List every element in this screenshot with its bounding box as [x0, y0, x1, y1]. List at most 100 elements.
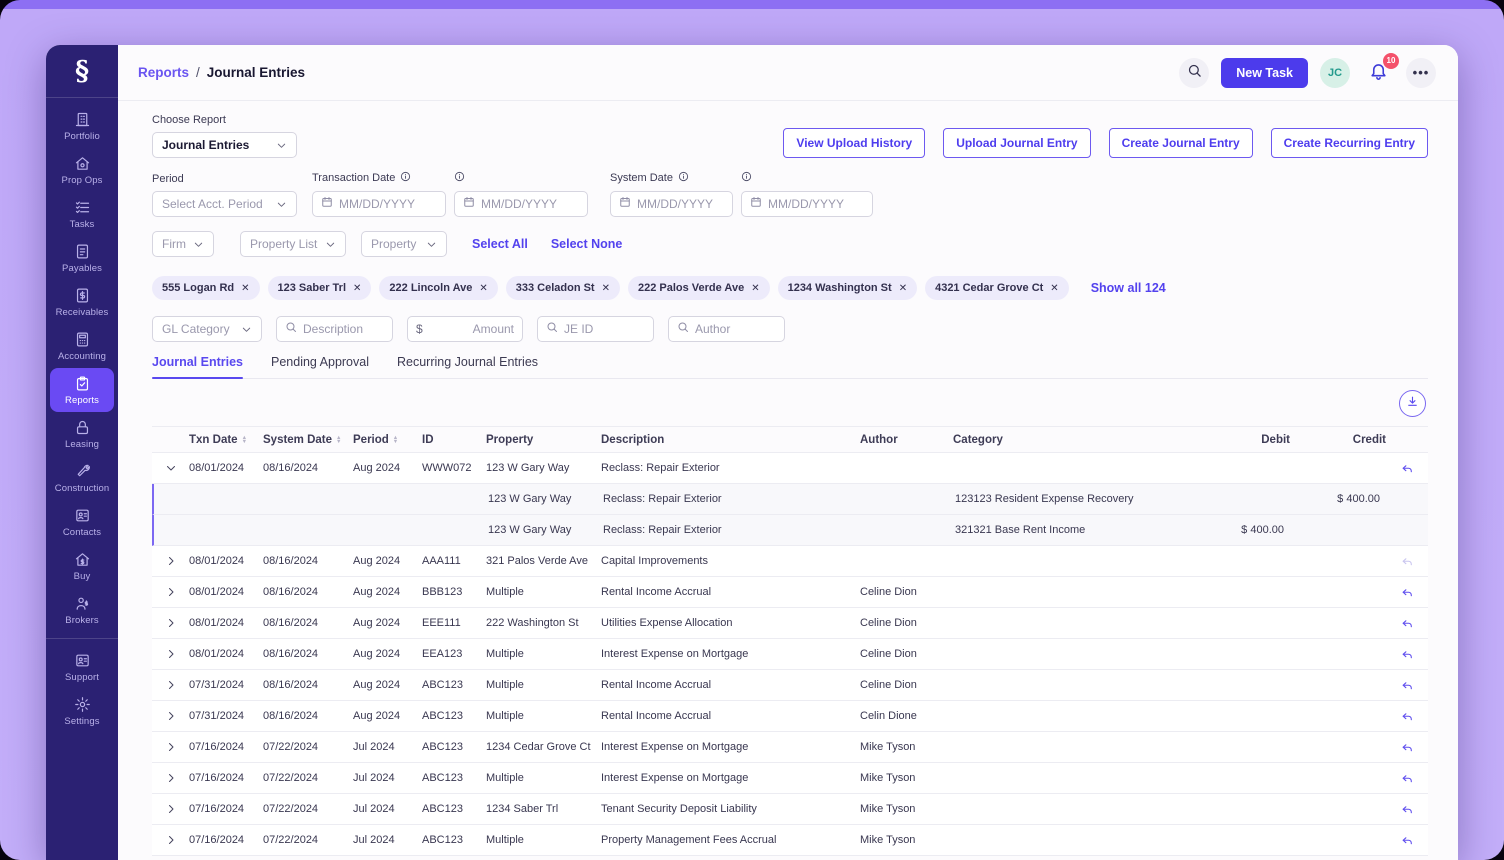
amount-filter-input[interactable]	[429, 322, 514, 336]
revert-icon[interactable]	[1386, 648, 1428, 661]
revert-icon[interactable]	[1386, 710, 1428, 723]
revert-icon[interactable]	[1386, 617, 1428, 630]
chevron-right-icon[interactable]	[152, 772, 189, 784]
cell-description: Rental Income Accrual	[601, 586, 860, 598]
tab-pending-approval[interactable]: Pending Approval	[271, 355, 369, 378]
sidebar-item-construction[interactable]: Construction	[50, 456, 114, 500]
column-header-period[interactable]: Period▲▼	[353, 434, 422, 446]
revert-icon[interactable]	[1386, 679, 1428, 692]
sidebar-item-reports[interactable]: Reports	[50, 368, 114, 412]
chevron-right-icon[interactable]	[152, 648, 189, 660]
revert-icon[interactable]	[1386, 586, 1428, 599]
avatar[interactable]: JC	[1320, 58, 1350, 88]
revert-icon[interactable]	[1386, 555, 1428, 568]
table-row: 07/16/202407/22/2024Jul 2024ABC123Multip…	[152, 763, 1428, 794]
chevron-right-icon[interactable]	[152, 803, 189, 815]
sidebar-item-buy[interactable]: Buy	[50, 544, 114, 588]
sidebar-item-settings[interactable]: Settings	[50, 689, 114, 733]
sidebar-item-prop-ops[interactable]: Prop Ops	[50, 148, 114, 192]
tab-recurring-journal-entries[interactable]: Recurring Journal Entries	[397, 355, 538, 378]
revert-icon[interactable]	[1386, 834, 1428, 847]
transaction-date-from-input[interactable]	[339, 197, 437, 211]
sidebar-item-label: Construction	[55, 483, 110, 494]
view-upload-history-button[interactable]: View Upload History	[783, 128, 925, 158]
sort-icon[interactable]: ▲▼	[336, 436, 341, 444]
sidebar-item-support[interactable]: Support	[50, 645, 114, 689]
transaction-date-to-input[interactable]	[481, 197, 579, 211]
property-select[interactable]: Property	[361, 231, 447, 257]
cell-property: Multiple	[486, 648, 601, 660]
cell-txn-date: 07/16/2024	[189, 803, 263, 815]
report-select-value: Journal Entries	[162, 138, 270, 152]
column-header-txn-date[interactable]: Txn Date▲▼	[189, 434, 263, 446]
cell-author: Celin Dione	[860, 710, 953, 722]
upload-journal-entry-button[interactable]: Upload Journal Entry	[943, 128, 1090, 158]
more-menu-button[interactable]: •••	[1406, 58, 1436, 88]
transaction-date-to-info	[454, 171, 588, 185]
desktop-background: § Portfolio Prop OpsTasksPayables Receivab…	[0, 0, 1504, 860]
period-select[interactable]: Select Acct. Period	[152, 191, 297, 217]
chevron-right-icon[interactable]	[152, 679, 189, 691]
sidebar-item-leasing[interactable]: Leasing	[50, 412, 114, 456]
author-filter-input[interactable]	[695, 322, 776, 336]
sidebar-item-contacts[interactable]: Contacts	[50, 500, 114, 544]
revert-icon[interactable]	[1386, 462, 1428, 475]
cell-property: 1234 Cedar Grove Ct	[486, 741, 601, 753]
sidebar-item-accounting[interactable]: Accounting	[50, 324, 114, 368]
je-id-filter-input[interactable]	[564, 322, 645, 336]
show-all-link[interactable]: Show all 124	[1091, 281, 1166, 295]
chevron-right-icon[interactable]	[152, 741, 189, 753]
column-header-system-date[interactable]: System Date▲▼	[263, 434, 353, 446]
close-icon[interactable]: ✕	[241, 283, 249, 294]
close-icon[interactable]: ✕	[479, 283, 487, 294]
description-filter-input[interactable]	[303, 322, 384, 336]
chevron-right-icon[interactable]	[152, 710, 189, 722]
new-task-button[interactable]: New Task	[1221, 58, 1308, 88]
select-all-link[interactable]: Select All	[472, 237, 528, 251]
create-recurring-entry-button[interactable]: Create Recurring Entry	[1271, 128, 1428, 158]
search-button[interactable]	[1179, 58, 1209, 88]
sidebar-item-tasks[interactable]: Tasks	[50, 192, 114, 236]
close-icon[interactable]: ✕	[899, 283, 907, 294]
close-icon[interactable]: ✕	[1050, 283, 1058, 294]
sidebar-item-label: Receivables	[56, 307, 109, 318]
system-date-to-input[interactable]	[768, 197, 864, 211]
cell-description: Interest Expense on Mortgage	[601, 741, 860, 753]
chevron-down-icon[interactable]	[152, 462, 189, 474]
close-icon[interactable]: ✕	[751, 283, 759, 294]
cell-system-date: 08/16/2024	[263, 586, 353, 598]
sort-icon[interactable]: ▲▼	[393, 436, 398, 444]
property-list-select[interactable]: Property List	[240, 231, 346, 257]
table-row: 08/01/202408/16/2024Aug 2024AAA111321 Pa…	[152, 546, 1428, 577]
revert-icon[interactable]	[1386, 803, 1428, 816]
sort-icon[interactable]: ▲▼	[242, 436, 247, 444]
chevron-right-icon[interactable]	[152, 555, 189, 567]
notifications-button[interactable]: 10	[1362, 57, 1394, 89]
table-subrow: 123 W Gary WayReclass: Repair Exterior32…	[152, 515, 1428, 546]
report-select[interactable]: Journal Entries	[152, 132, 297, 158]
select-none-link[interactable]: Select None	[551, 237, 623, 251]
close-icon[interactable]: ✕	[602, 283, 610, 294]
breadcrumb-reports-link[interactable]: Reports	[138, 65, 189, 80]
sidebar-item-label: Portfolio	[64, 131, 100, 142]
chevron-right-icon[interactable]	[152, 834, 189, 846]
sidebar-item-brokers[interactable]: Brokers	[50, 588, 114, 632]
download-button[interactable]	[1399, 390, 1426, 417]
sidebar-item-payables[interactable]: Payables	[50, 236, 114, 280]
content-area: Choose Report Journal Entries View Uploa…	[118, 101, 1458, 860]
app-logo[interactable]: §	[46, 45, 118, 97]
sidebar-item-portfolio[interactable]: Portfolio	[50, 104, 114, 148]
chevron-right-icon[interactable]	[152, 586, 189, 598]
gl-category-select[interactable]: GL Category	[152, 316, 262, 342]
chevron-right-icon[interactable]	[152, 617, 189, 629]
property-chip: 222 Palos Verde Ave✕	[628, 276, 770, 300]
tab-journal-entries[interactable]: Journal Entries	[152, 355, 243, 378]
sidebar-item-receivables[interactable]: Receivables	[50, 280, 114, 324]
create-journal-entry-button[interactable]: Create Journal Entry	[1109, 128, 1253, 158]
revert-icon[interactable]	[1386, 772, 1428, 785]
firm-select[interactable]: Firm	[152, 231, 214, 257]
close-icon[interactable]: ✕	[353, 283, 361, 294]
system-date-from-input[interactable]	[637, 197, 724, 211]
chip-label: 1234 Washington St	[788, 282, 892, 294]
revert-icon[interactable]	[1386, 741, 1428, 754]
